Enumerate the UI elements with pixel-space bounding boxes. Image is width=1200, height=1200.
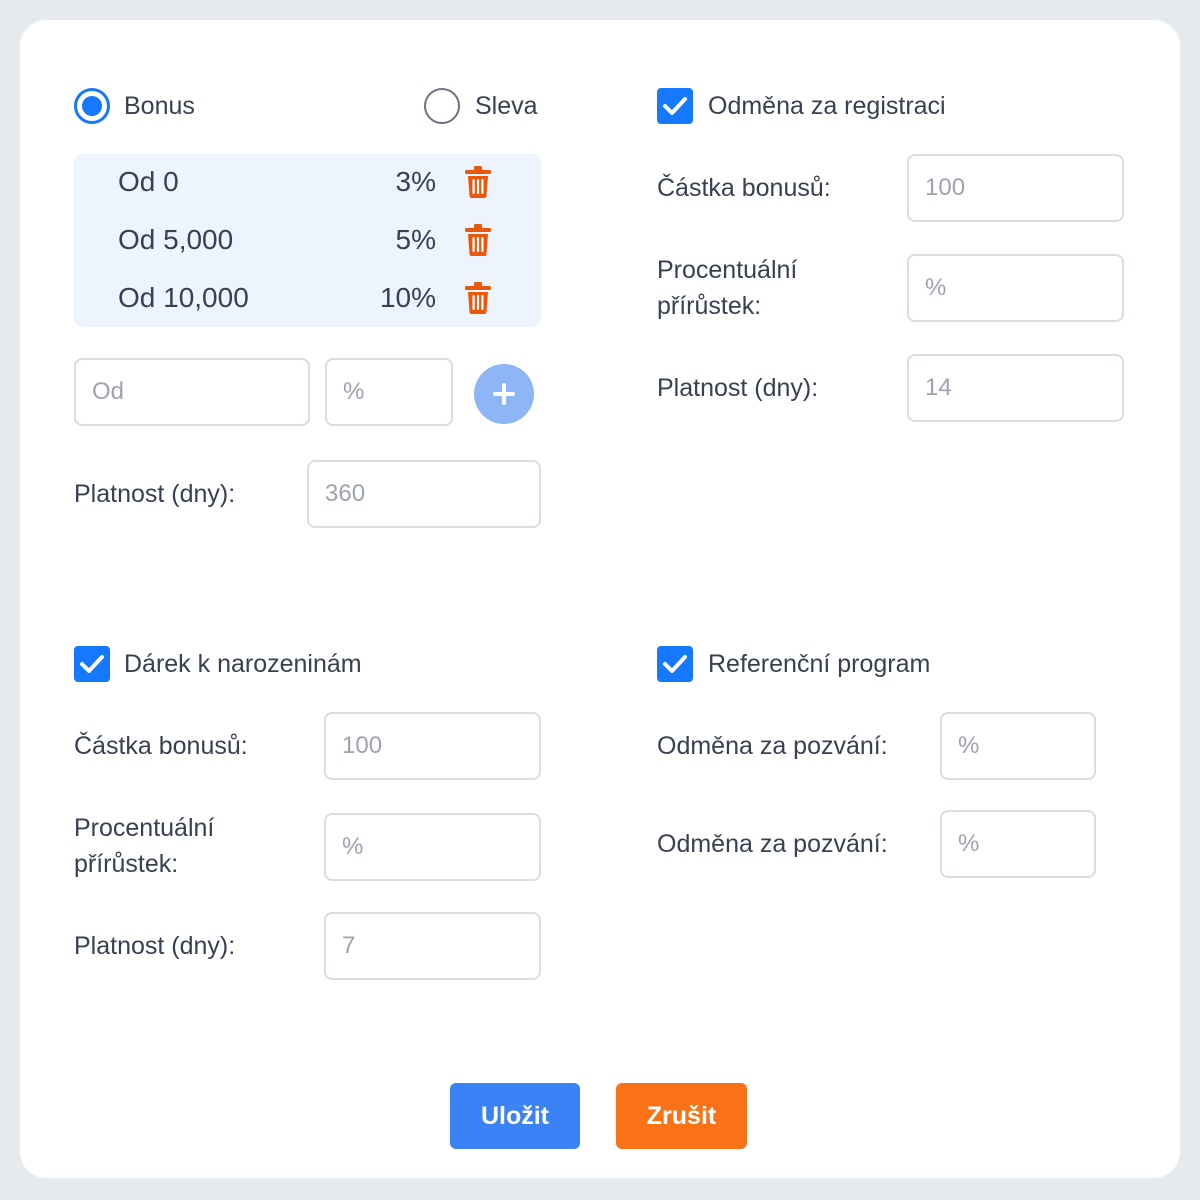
tier-row: Od 5,000 5% bbox=[74, 220, 541, 260]
referral-reward-label-1: Odměna za pozvání: bbox=[657, 732, 888, 760]
birthday-amount-input[interactable]: 100 bbox=[324, 712, 541, 780]
registration-percent-input[interactable]: % bbox=[907, 254, 1124, 322]
checkmark-icon bbox=[663, 655, 687, 673]
tier-from: Od 5,000 bbox=[118, 224, 234, 255]
registration-reward-checkbox[interactable] bbox=[657, 88, 693, 124]
discount-radio-label[interactable]: Sleva bbox=[475, 88, 538, 124]
trash-icon[interactable] bbox=[464, 224, 492, 256]
registration-amount-label: Částka bonusů: bbox=[657, 174, 831, 202]
checkmark-icon bbox=[663, 97, 687, 115]
trash-icon[interactable] bbox=[464, 282, 492, 314]
registration-amount-input[interactable]: 100 bbox=[907, 154, 1124, 222]
referral-program-checkbox[interactable] bbox=[657, 646, 693, 682]
discount-radio[interactable] bbox=[424, 88, 460, 124]
checkmark-icon bbox=[80, 655, 104, 673]
referral-reward-label-2: Odměna za pozvání: bbox=[657, 830, 888, 858]
new-tier-percent-input[interactable]: % bbox=[325, 358, 453, 426]
tier-row: Od 0 3% bbox=[74, 162, 541, 202]
registration-reward-label[interactable]: Odměna za registraci bbox=[708, 88, 946, 124]
bonus-radio[interactable] bbox=[74, 88, 110, 124]
referral-reward-input-1[interactable]: % bbox=[940, 712, 1096, 780]
cancel-button[interactable]: Zrušit bbox=[616, 1083, 747, 1149]
tier-from: Od 10,000 bbox=[118, 282, 249, 313]
tier-percent: 3% bbox=[395, 166, 436, 197]
trash-icon[interactable] bbox=[464, 166, 492, 198]
registration-validity-label: Platnost (dny): bbox=[657, 374, 819, 402]
tier-row: Od 10,000 10% bbox=[74, 278, 541, 318]
registration-percent-label: Procentuální přírůstek: bbox=[657, 256, 798, 320]
tier-percent: 5% bbox=[395, 224, 436, 255]
birthday-gift-label[interactable]: Dárek k narozeninám bbox=[124, 646, 362, 682]
settings-card: Bonus Sleva Od 0 3% Od 5,000 5% Od 10,00… bbox=[20, 20, 1180, 1178]
birthday-gift-checkbox[interactable] bbox=[74, 646, 110, 682]
registration-validity-input[interactable]: 14 bbox=[907, 354, 1124, 422]
bonus-radio-label[interactable]: Bonus bbox=[124, 88, 195, 124]
bonus-validity-input[interactable]: 360 bbox=[307, 460, 541, 528]
birthday-amount-label: Částka bonusů: bbox=[74, 732, 248, 760]
bonus-validity-label: Platnost (dny): bbox=[74, 480, 236, 508]
save-button[interactable]: Uložit bbox=[450, 1083, 580, 1149]
tier-from: Od 0 bbox=[118, 166, 179, 197]
birthday-percent-input[interactable]: % bbox=[324, 813, 541, 881]
birthday-percent-label: Procentuální přírůstek: bbox=[74, 814, 215, 878]
birthday-validity-label: Platnost (dny): bbox=[74, 932, 236, 960]
plus-icon bbox=[493, 383, 515, 405]
birthday-validity-input[interactable]: 7 bbox=[324, 912, 541, 980]
new-tier-from-input[interactable]: Od bbox=[74, 358, 310, 426]
referral-reward-input-2[interactable]: % bbox=[940, 810, 1096, 878]
tier-percent: 10% bbox=[379, 282, 436, 313]
bonus-tiers-list: Od 0 3% Od 5,000 5% Od 10,000 10% bbox=[74, 154, 541, 327]
add-tier-button[interactable] bbox=[474, 364, 534, 424]
referral-program-label[interactable]: Referenční program bbox=[708, 646, 930, 682]
